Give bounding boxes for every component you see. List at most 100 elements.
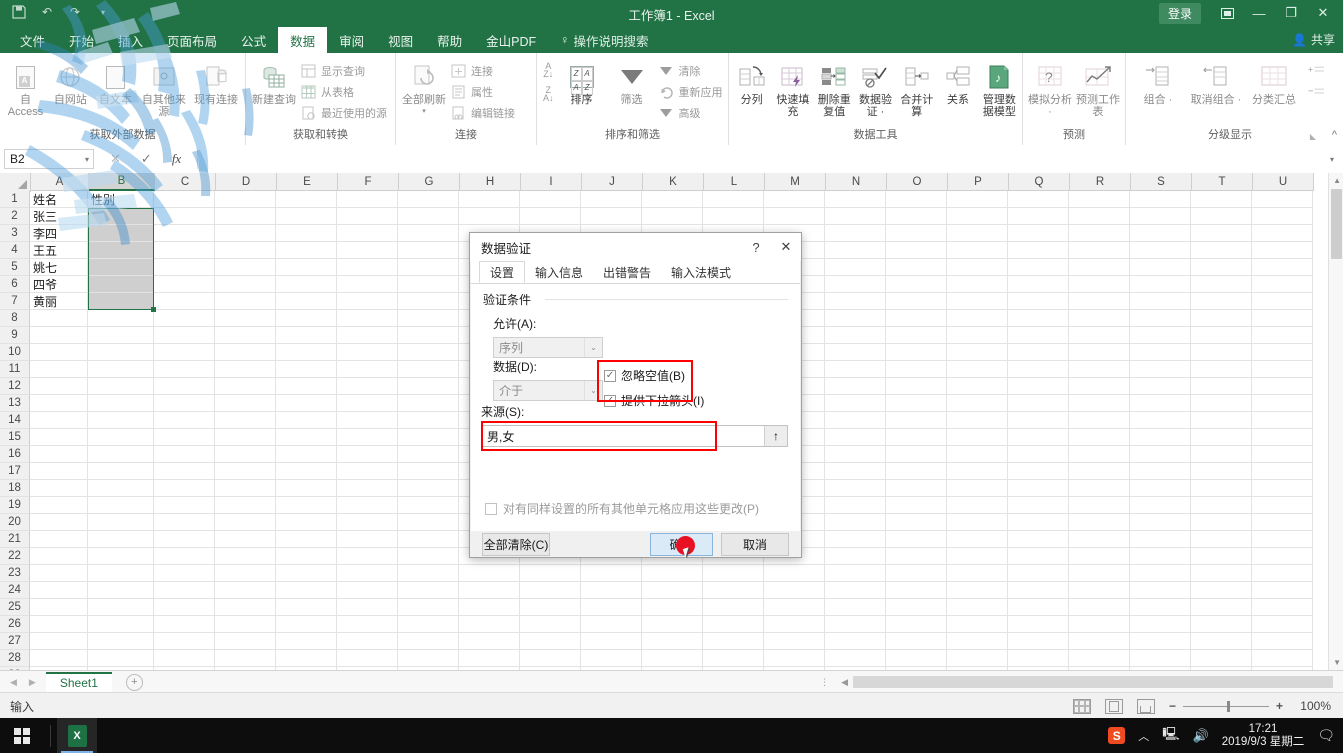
row-header-12[interactable]: 12 xyxy=(0,378,30,395)
cell-S15[interactable] xyxy=(1130,429,1191,446)
ribbon-button-show-detail[interactable]: + xyxy=(1308,62,1329,80)
cell-I2[interactable] xyxy=(520,208,581,225)
cell-F5[interactable] xyxy=(337,259,398,276)
cell-D8[interactable] xyxy=(215,310,276,327)
ribbon-tab-insert[interactable]: 插入 xyxy=(106,27,155,53)
cell-E16[interactable] xyxy=(276,446,337,463)
cell-N18[interactable] xyxy=(825,480,886,497)
cell-N8[interactable] xyxy=(825,310,886,327)
cell-C20[interactable] xyxy=(154,514,215,531)
chevron-down-icon[interactable]: ▾ xyxy=(85,155,89,164)
collapse-ribbon-icon[interactable]: ^ xyxy=(1332,129,1337,141)
cell-L26[interactable] xyxy=(703,616,764,633)
cell-A3[interactable]: 李四 xyxy=(30,225,88,242)
cell-O27[interactable] xyxy=(886,633,947,650)
ribbon-button-existing-connections[interactable]: 现有连接 xyxy=(191,58,241,106)
cell-A23[interactable] xyxy=(30,565,88,582)
cell-D21[interactable] xyxy=(215,531,276,548)
ribbon-button-manage-data-model[interactable]: ♪ 管理数据模型 xyxy=(981,58,1018,118)
cell-T15[interactable] xyxy=(1191,429,1252,446)
cell-S13[interactable] xyxy=(1130,395,1191,412)
cell-T23[interactable] xyxy=(1191,565,1252,582)
cell-D12[interactable] xyxy=(215,378,276,395)
cell-B27[interactable] xyxy=(88,633,154,650)
restore-icon[interactable]: ❐ xyxy=(1275,2,1307,24)
row-header-9[interactable]: 9 xyxy=(0,327,30,344)
cell-E12[interactable] xyxy=(276,378,337,395)
row-header-8[interactable]: 8 xyxy=(0,310,30,327)
cell-M27[interactable] xyxy=(764,633,825,650)
cell-A5[interactable]: 姚七 xyxy=(30,259,88,276)
cell-C23[interactable] xyxy=(154,565,215,582)
cell-A14[interactable] xyxy=(30,412,88,429)
cell-F8[interactable] xyxy=(337,310,398,327)
cell-S10[interactable] xyxy=(1130,344,1191,361)
cell-J27[interactable] xyxy=(581,633,642,650)
cell-O14[interactable] xyxy=(886,412,947,429)
cell-Q9[interactable] xyxy=(1008,327,1069,344)
cell-P26[interactable] xyxy=(947,616,1008,633)
cell-O22[interactable] xyxy=(886,548,947,565)
cell-F20[interactable] xyxy=(337,514,398,531)
tell-me-search[interactable]: ♀ 操作说明搜索 xyxy=(548,27,660,53)
cell-U20[interactable] xyxy=(1252,514,1313,531)
cell-G16[interactable] xyxy=(398,446,459,463)
expand-formula-bar-icon[interactable]: ▾ xyxy=(1321,155,1343,164)
cell-L1[interactable] xyxy=(703,191,764,208)
cell-C18[interactable] xyxy=(154,480,215,497)
cancel-icon[interactable]: ✕ xyxy=(110,151,121,167)
cell-M28[interactable] xyxy=(764,650,825,667)
cell-M25[interactable] xyxy=(764,599,825,616)
cell-S4[interactable] xyxy=(1130,242,1191,259)
cell-C24[interactable] xyxy=(154,582,215,599)
cell-I26[interactable] xyxy=(520,616,581,633)
cell-L23[interactable] xyxy=(703,565,764,582)
cell-N14[interactable] xyxy=(825,412,886,429)
cell-N26[interactable] xyxy=(825,616,886,633)
cell-O28[interactable] xyxy=(886,650,947,667)
chevron-down-icon[interactable]: ⌄ xyxy=(584,381,602,400)
cell-A22[interactable] xyxy=(30,548,88,565)
cell-T18[interactable] xyxy=(1191,480,1252,497)
cell-E14[interactable] xyxy=(276,412,337,429)
cell-G4[interactable] xyxy=(398,242,459,259)
sogou-input-icon[interactable]: S xyxy=(1108,727,1126,744)
column-header-A[interactable]: A xyxy=(31,173,89,191)
cell-B24[interactable] xyxy=(88,582,154,599)
ribbon-button-from-other-sources[interactable]: 自其他来源 xyxy=(139,58,189,118)
cell-C11[interactable] xyxy=(154,361,215,378)
ribbon-button-advanced-filter[interactable]: 高级 xyxy=(658,104,723,122)
cell-U5[interactable] xyxy=(1252,259,1313,276)
prev-sheet-icon[interactable]: ◀ xyxy=(10,677,17,688)
cell-G9[interactable] xyxy=(398,327,459,344)
chevron-down-icon[interactable]: ⌄ xyxy=(584,338,602,357)
cell-U10[interactable] xyxy=(1252,344,1313,361)
cell-S5[interactable] xyxy=(1130,259,1191,276)
cell-O13[interactable] xyxy=(886,395,947,412)
cell-L28[interactable] xyxy=(703,650,764,667)
cell-M23[interactable] xyxy=(764,565,825,582)
cell-E20[interactable] xyxy=(276,514,337,531)
cell-T1[interactable] xyxy=(1191,191,1252,208)
cell-T24[interactable] xyxy=(1191,582,1252,599)
share-button[interactable]: 👤 共享 xyxy=(1292,31,1335,48)
cell-K28[interactable] xyxy=(642,650,703,667)
cell-P13[interactable] xyxy=(947,395,1008,412)
cell-G1[interactable] xyxy=(398,191,459,208)
network-icon[interactable]: 🖳 xyxy=(1162,725,1179,747)
cell-R19[interactable] xyxy=(1069,497,1130,514)
cell-F27[interactable] xyxy=(337,633,398,650)
ribbon-button-clear-filter[interactable]: 清除 xyxy=(658,62,723,80)
row-header-1[interactable]: 1 xyxy=(0,191,30,208)
cell-B22[interactable] xyxy=(88,548,154,565)
cell-U26[interactable] xyxy=(1252,616,1313,633)
cell-F3[interactable] xyxy=(337,225,398,242)
row-header-21[interactable]: 21 xyxy=(0,531,30,548)
cell-F13[interactable] xyxy=(337,395,398,412)
column-header-O[interactable]: O xyxy=(887,173,948,191)
cell-A28[interactable] xyxy=(30,650,88,667)
cell-D9[interactable] xyxy=(215,327,276,344)
ribbon-button-from-web[interactable]: 自网站 xyxy=(49,58,92,106)
cell-R9[interactable] xyxy=(1069,327,1130,344)
cell-A7[interactable]: 黄丽 xyxy=(30,293,88,310)
